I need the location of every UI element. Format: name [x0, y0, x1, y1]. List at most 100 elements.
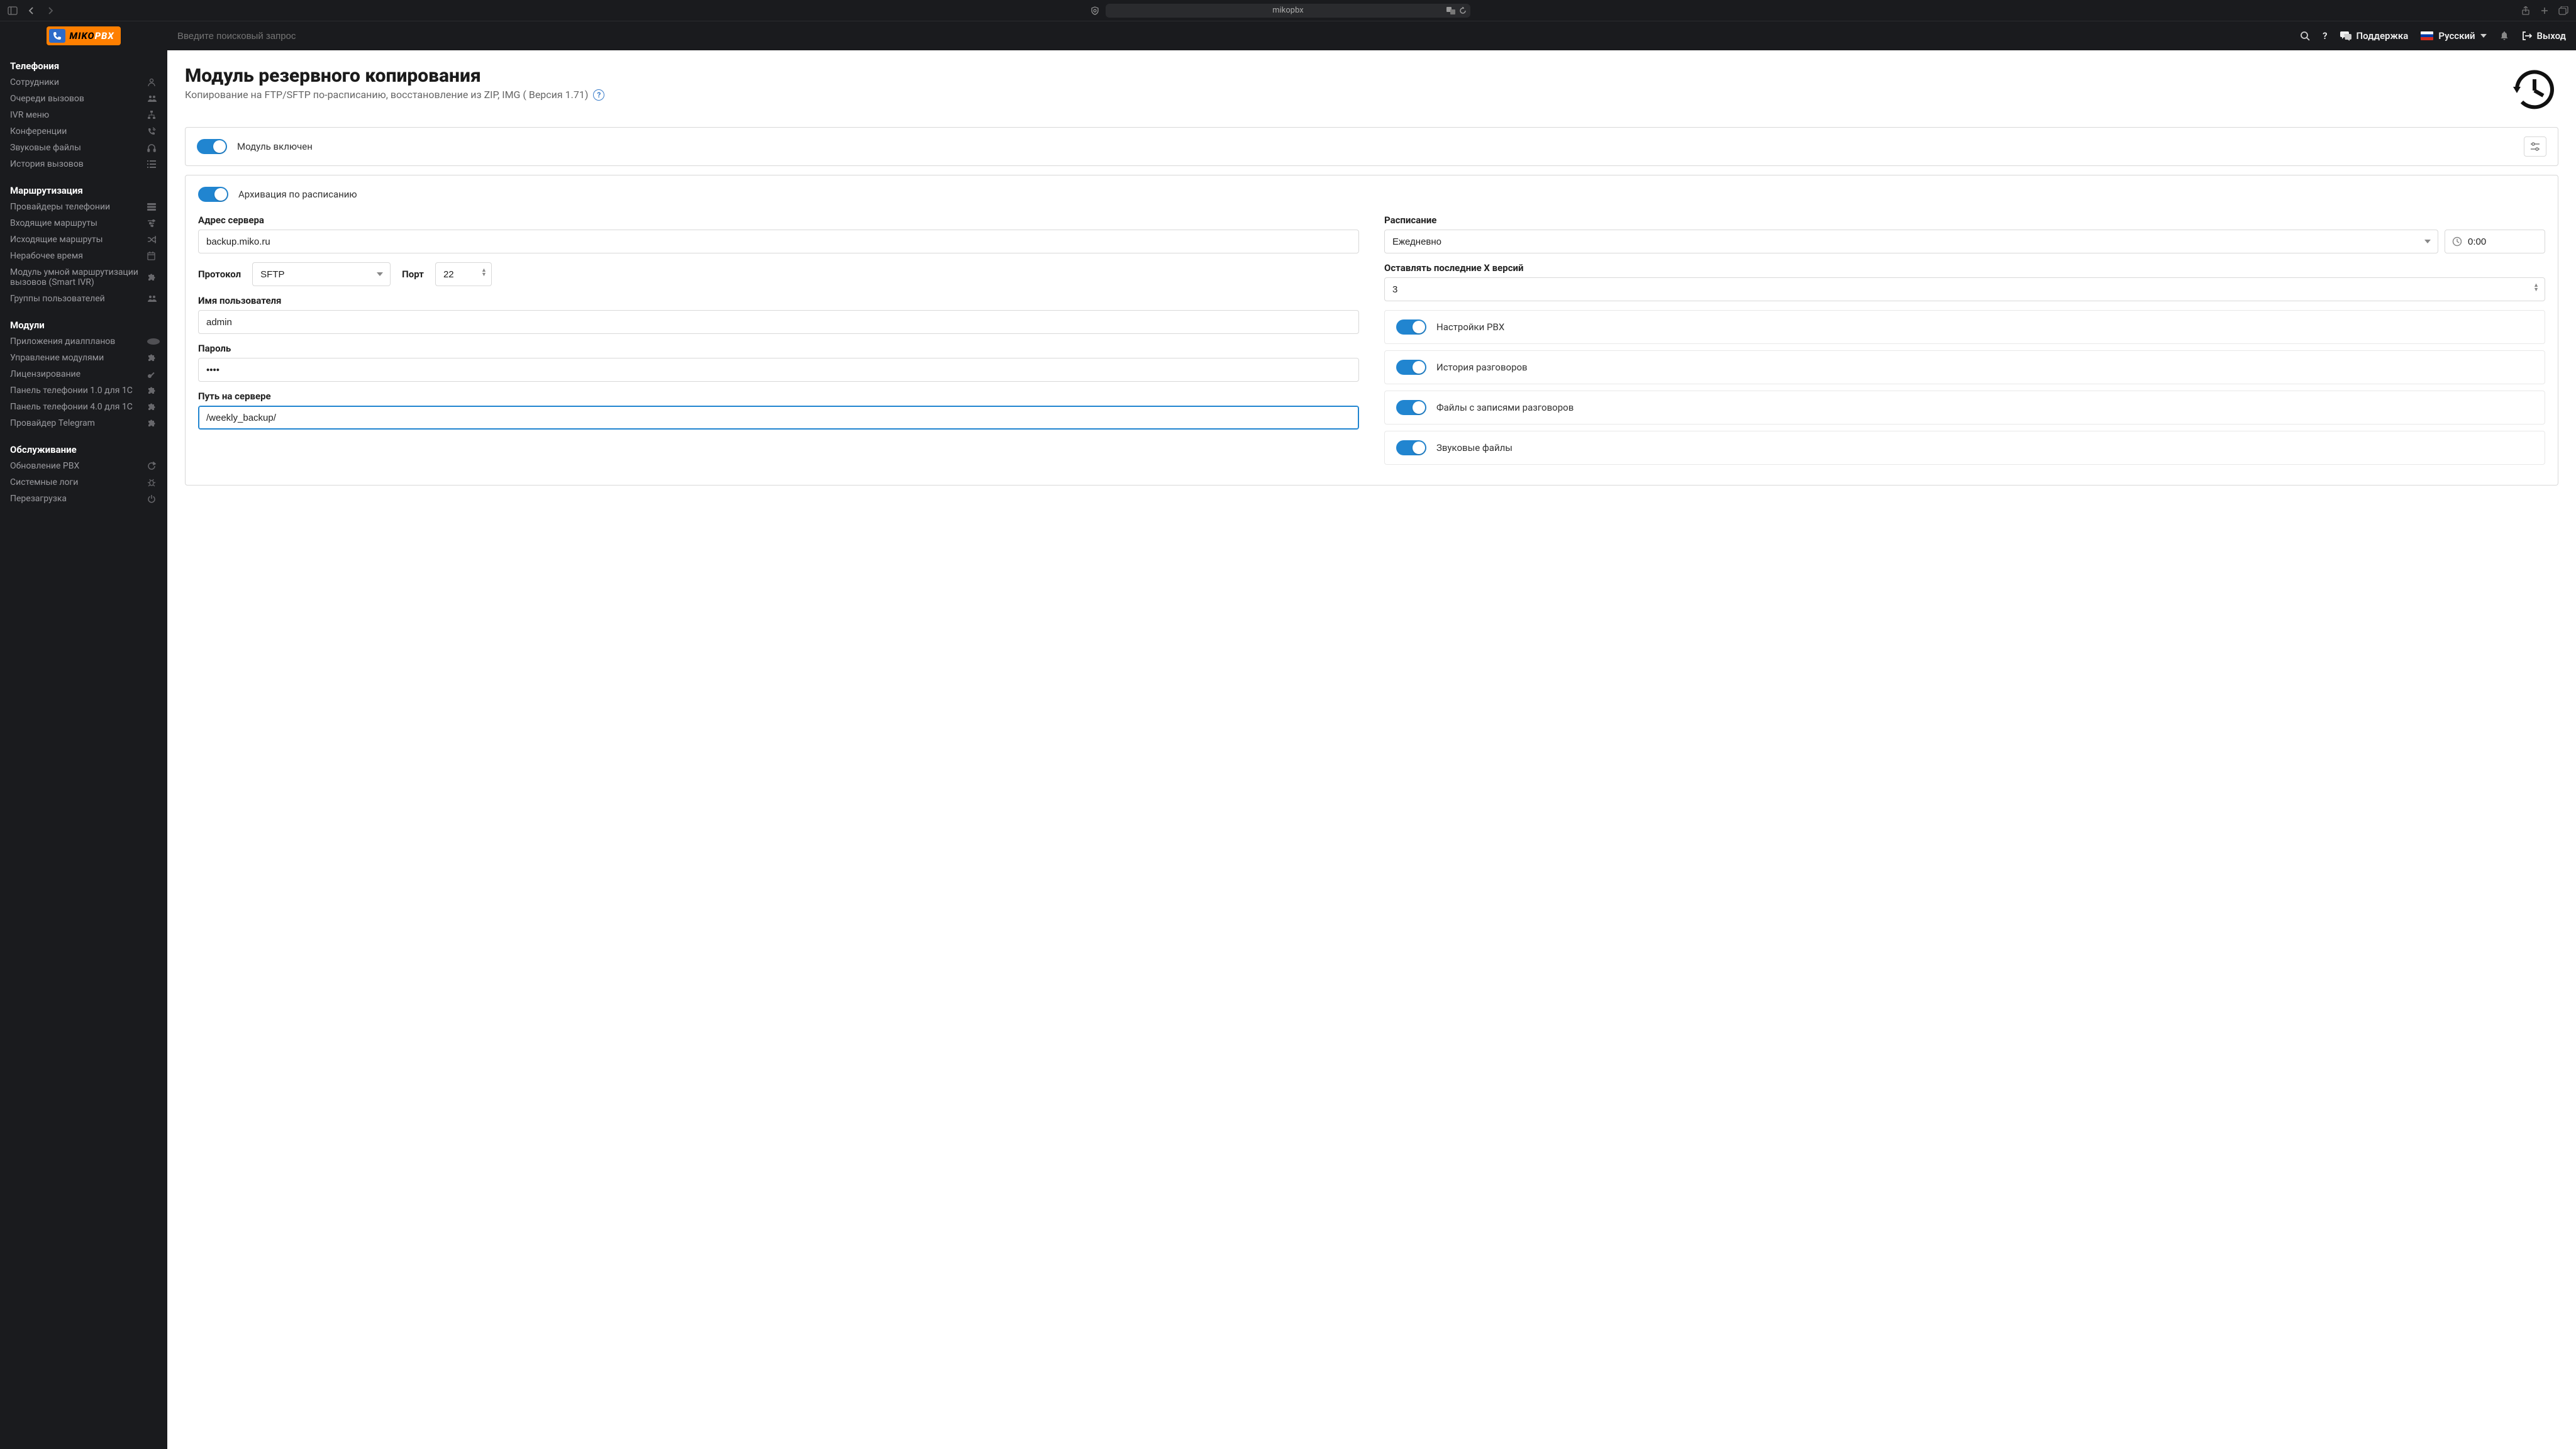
sidebar-item-label: Панель телефонии 4.0 для 1С [10, 402, 147, 412]
sidebar-item[interactable]: История вызовов [10, 156, 157, 172]
help-icon[interactable]: ? [593, 89, 604, 101]
bug-icon [147, 478, 157, 487]
topbar: ? Поддержка Русский Выход [167, 21, 2576, 50]
sidebar-item[interactable]: Нерабочее время [10, 248, 157, 264]
support-link[interactable]: Поддержка [2340, 30, 2409, 42]
new-tab-icon[interactable] [2540, 6, 2550, 16]
backup-option-label: Звуковые файлы [1436, 442, 1513, 453]
reload-icon[interactable] [1459, 7, 1467, 14]
user-icon [147, 78, 157, 87]
sidebar-item[interactable]: Конференции [10, 123, 157, 140]
sidebar-item-label: Панель телефонии 1.0 для 1С [10, 386, 147, 396]
server-address-input[interactable] [198, 230, 1359, 253]
sidebar-item[interactable]: Провайдеры телефонии [10, 199, 157, 215]
backup-option-toggle[interactable] [1396, 360, 1426, 375]
sliders-icon [2529, 142, 2541, 152]
sidebar-item-label: Звуковые файлы [10, 143, 147, 153]
help-icon[interactable]: ? [2323, 30, 2327, 42]
schedule-enabled-toggle[interactable] [198, 187, 228, 202]
sidebar-toggle-icon[interactable] [8, 6, 18, 16]
nav-back-icon[interactable] [26, 6, 36, 16]
logout-link[interactable]: Выход [2522, 30, 2566, 42]
schedule-select[interactable] [1384, 230, 2438, 253]
sidebar-item[interactable]: Системные логи [10, 474, 157, 491]
sidebar-item-label: Нерабочее время [10, 251, 147, 261]
sidebar-item[interactable]: Провайдер Telegram [10, 415, 157, 431]
sidebar-item[interactable]: IVR меню [10, 107, 157, 123]
backup-option-toggle[interactable] [1396, 440, 1426, 455]
module-enabled-label: Модуль включен [237, 141, 313, 152]
puzzle-icon [147, 386, 157, 395]
spinner-icon[interactable]: ▲▼ [481, 269, 487, 277]
sidebar-item[interactable]: Обновление PBX [10, 458, 157, 474]
sidebar-item[interactable]: Очереди вызовов [10, 91, 157, 107]
history-icon [2511, 65, 2558, 113]
sidebar-item[interactable]: Входящие маршруты [10, 215, 157, 231]
puzzle-icon [147, 353, 157, 362]
sidebar-item-label: Группы пользователей [10, 294, 147, 304]
notifications-icon[interactable] [2499, 31, 2509, 41]
logo[interactable]: MIKOPBX [0, 21, 167, 50]
password-input[interactable] [198, 358, 1359, 382]
key-icon [147, 370, 157, 379]
settings-button[interactable] [2524, 136, 2546, 157]
spinner-icon[interactable]: ▲▼ [2533, 284, 2539, 292]
keep-versions-label: Оставлять последние X версий [1384, 262, 2545, 274]
sidebar-item[interactable]: Приложения диалпланов [10, 333, 157, 350]
nav-heading: Обслуживание [10, 439, 157, 458]
nav-forward-icon[interactable] [45, 6, 55, 16]
users-icon [147, 295, 157, 303]
phone-icon [49, 29, 65, 43]
module-enabled-toggle[interactable] [197, 139, 227, 154]
phone-icon [147, 127, 157, 136]
nav-heading: Телефония [10, 55, 157, 74]
tabs-icon[interactable] [2558, 6, 2568, 16]
calendar-icon [147, 252, 157, 260]
sidebar-item[interactable]: Исходящие маршруты [10, 231, 157, 248]
translate-icon[interactable] [1446, 7, 1455, 14]
backup-option-toggle[interactable] [1396, 319, 1426, 335]
schedule-label: Расписание [1384, 214, 2545, 226]
sidebar-item[interactable]: Перезагрузка [10, 491, 157, 507]
sidebar-item-label: IVR меню [10, 110, 147, 120]
search-icon[interactable] [2300, 31, 2310, 41]
sidebar-item-label: Провайдеры телефонии [10, 202, 147, 212]
server-icon [147, 203, 157, 211]
puzzle-icon [147, 273, 157, 282]
backup-option-toggle[interactable] [1396, 400, 1426, 415]
sidebar-item[interactable]: Управление модулями [10, 350, 157, 366]
sidebar-item[interactable]: Панель телефонии 1.0 для 1С [10, 382, 157, 399]
password-label: Пароль [198, 343, 1359, 354]
share-icon[interactable] [2521, 6, 2531, 16]
sidebar-item[interactable]: Сотрудники [10, 74, 157, 91]
keep-versions-input[interactable] [1384, 277, 2545, 301]
username-input[interactable] [198, 310, 1359, 334]
nav-heading: Маршрутизация [10, 180, 157, 199]
username-label: Имя пользователя [198, 295, 1359, 306]
sidebar-item[interactable]: Модуль умной маршрутизации вызовов (Smar… [10, 264, 157, 291]
php-icon [147, 338, 157, 345]
sidebar-item-label: Лицензирование [10, 369, 147, 379]
backup-option: Файлы с записями разговоров [1384, 391, 2545, 425]
users-icon [147, 95, 157, 103]
browser-chrome: mikopbx [0, 0, 2576, 21]
sidebar-item[interactable]: Лицензирование [10, 366, 157, 382]
sidebar-item[interactable]: Панель телефонии 4.0 для 1С [10, 399, 157, 415]
sidebar-item-label: Сотрудники [10, 77, 147, 87]
language-selector[interactable]: Русский [2421, 30, 2486, 42]
clock-icon [2452, 236, 2462, 247]
chat-icon [2340, 31, 2351, 41]
logout-icon [2522, 31, 2532, 40]
server-path-input[interactable] [198, 406, 1359, 430]
sidebar-item-label: Перезагрузка [10, 494, 147, 504]
sidebar-item[interactable]: Звуковые файлы [10, 140, 157, 156]
sidebar: MIKOPBX Телефония Сотрудники Очереди вызов… [0, 21, 167, 1449]
port-label: Порт [402, 269, 424, 280]
sidebar-item[interactable]: Группы пользователей [10, 291, 157, 307]
url-bar[interactable]: mikopbx [1106, 4, 1470, 18]
sidebar-item-label: Обновление PBX [10, 461, 147, 471]
protocol-select[interactable] [252, 262, 391, 286]
search-input[interactable] [177, 31, 2292, 42]
backup-option: Звуковые файлы [1384, 431, 2545, 465]
page-subtitle: Копирование на FTP/SFTP по-расписанию, в… [185, 89, 2498, 101]
